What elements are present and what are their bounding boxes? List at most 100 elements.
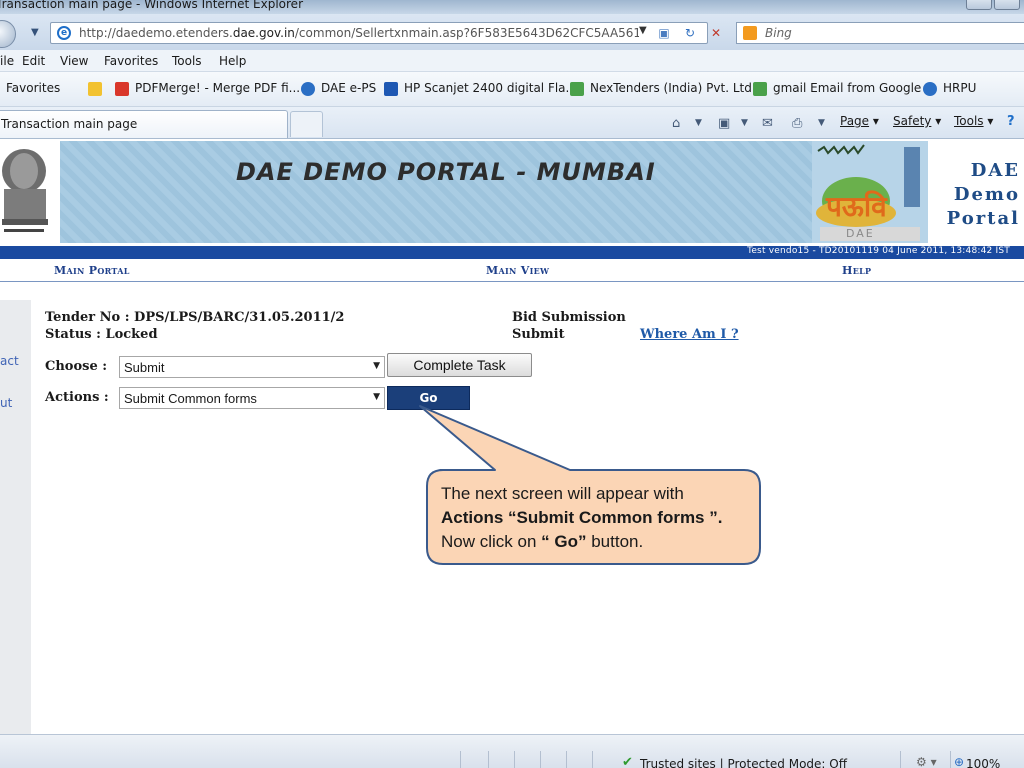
tab-transaction-main[interactable]: Transaction main page — [0, 110, 288, 138]
callout-line-1: The next screen will appear with — [441, 484, 684, 503]
choose-label: Choose : — [45, 359, 108, 374]
stage-action: Submit — [512, 327, 565, 342]
status-divider — [900, 751, 901, 768]
portal-banner: DAE DEMO PORTAL - MUMBAI पऊवि DAE DAE De… — [0, 139, 1024, 246]
zoom-level[interactable]: 100% — [966, 757, 1000, 768]
help-icon[interactable]: ? — [1007, 114, 1015, 129]
portal-word-portal: Portal — [946, 208, 1020, 229]
home-dropdown-icon[interactable]: ▼ — [695, 118, 702, 128]
menu-tools[interactable]: Tools — [172, 54, 202, 68]
nav-main-view[interactable]: Main View — [486, 264, 549, 277]
choose-select[interactable]: Submit ▼ — [119, 356, 385, 378]
complete-task-button[interactable]: Complete Task — [387, 353, 532, 377]
nav-main-portal[interactable]: Main Portal — [54, 264, 130, 277]
menu-help[interactable]: Help — [219, 54, 246, 68]
ie-link-icon — [923, 82, 937, 96]
chevron-down-icon: ▼ — [373, 392, 380, 402]
actions-selected-value: Submit Common forms — [124, 391, 257, 406]
left-sidebar: act ut — [0, 300, 31, 734]
ie-link-icon — [301, 82, 315, 96]
actions-select[interactable]: Submit Common forms ▼ — [119, 387, 385, 409]
menu-bar: File Edit View Favorites Tools Help — [0, 50, 1024, 72]
portal-word-demo: Demo — [953, 184, 1020, 205]
favorite-link-pdfmerge[interactable]: PDFMerge! - Merge PDF fi... — [135, 81, 300, 95]
where-am-i-link[interactable]: Where Am I ? — [640, 327, 739, 342]
feeds-dropdown-icon[interactable]: ▼ — [741, 118, 748, 128]
callout-line-2: Actions “Submit Common forms ”. — [441, 508, 723, 527]
stop-icon[interactable]: ✕ — [707, 25, 725, 41]
security-zone[interactable]: Trusted sites | Protected Mode: Off — [640, 757, 847, 768]
actions-label: Actions : — [45, 390, 109, 405]
sidebar-link-logout[interactable]: ut — [0, 396, 12, 410]
back-button[interactable] — [0, 20, 16, 48]
bing-icon — [743, 26, 757, 40]
dae-logo-hindi: पऊवि — [826, 190, 887, 223]
maximize-button[interactable] — [994, 0, 1020, 10]
safety-menu[interactable]: Safety ▾ — [893, 114, 941, 128]
print-icon[interactable]: ⎙ — [792, 116, 802, 131]
tab-title: Transaction main page — [1, 117, 138, 131]
url-text[interactable]: http://daedemo.etenders.dae.gov.in/commo… — [79, 26, 639, 40]
menu-view[interactable]: View — [60, 54, 88, 68]
pdf-icon — [115, 82, 129, 96]
print-dropdown-icon[interactable]: ▼ — [818, 118, 825, 128]
home-icon[interactable]: ⌂ — [672, 116, 680, 131]
portal-title: DAE DEMO PORTAL - MUMBAI — [236, 158, 656, 186]
search-placeholder: Bing — [765, 26, 792, 40]
tools-menu[interactable]: Tools ▾ — [954, 114, 993, 128]
window-title-bar: Transaction main page - Windows Internet… — [0, 0, 1024, 14]
menu-favorites[interactable]: Favorites — [104, 54, 158, 68]
portal-word-dae: DAE — [970, 160, 1020, 181]
new-tab-button[interactable] — [290, 111, 323, 137]
stage-name: Bid Submission — [512, 310, 626, 325]
status-divider — [566, 751, 567, 768]
go-button[interactable]: Go — [387, 386, 470, 410]
zoom-icon[interactable]: ⊕ — [954, 755, 964, 768]
url-field[interactable]: e http://daedemo.etenders.dae.gov.in/com… — [50, 22, 721, 44]
status-divider — [950, 751, 951, 768]
favorite-link-dae-eps[interactable]: DAE e-PS — [321, 81, 376, 95]
protected-mode-icon[interactable]: ⚙ ▾ — [916, 755, 937, 768]
window-controls — [966, 0, 1020, 10]
favorites-button[interactable]: Favorites — [6, 81, 60, 95]
refresh-icon[interactable]: ↻ — [681, 25, 699, 41]
feeds-icon[interactable]: ▣ — [718, 116, 730, 131]
favorite-link-hrpu[interactable]: HRPU — [943, 81, 976, 95]
mail-icon[interactable]: ✉ — [762, 116, 773, 131]
status-divider — [592, 751, 593, 768]
user-info-bar: Test vendo15 - TD20101119 04 June 2011, … — [0, 246, 1024, 259]
trusted-check-icon: ✔ — [622, 755, 633, 768]
nav-help[interactable]: Help — [842, 264, 871, 277]
sidebar-link-contact[interactable]: act — [0, 354, 19, 368]
favorite-link-nextenders[interactable]: NexTenders (India) Pvt. Ltd — [590, 81, 752, 95]
minimize-button[interactable] — [966, 0, 992, 10]
vendor-session-info: Test vendo15 - TD20101119 04 June 2011, … — [747, 246, 1010, 256]
address-bar: ▼ e http://daedemo.etenders.dae.gov.in/c… — [0, 14, 1024, 50]
add-favorite-icon[interactable] — [88, 82, 102, 96]
choose-selected-value: Submit — [124, 360, 165, 375]
portal-words: DAE Demo Portal — [930, 159, 1020, 231]
menu-file[interactable]: File — [0, 54, 14, 68]
status-bar: ✔ Trusted sites | Protected Mode: Off ⚙ … — [0, 734, 1024, 768]
tender-status: Status : Locked — [45, 327, 158, 342]
window-title: Transaction main page - Windows Internet… — [0, 0, 303, 11]
hp-icon — [384, 82, 398, 96]
page-menu[interactable]: Page ▾ — [840, 114, 879, 128]
dae-logo-sub: DAE — [846, 227, 875, 240]
tab-bar: Transaction main page ⌂ ▼ ▣ ▼ ✉ ⎙ ▼ Page… — [0, 107, 1024, 139]
menu-edit[interactable]: Edit — [22, 54, 45, 68]
nextenders-icon — [570, 82, 584, 96]
status-divider — [540, 751, 541, 768]
compatibility-view-icon[interactable]: ▣ — [655, 25, 673, 41]
status-divider — [514, 751, 515, 768]
tender-number: Tender No : DPS/LPS/BARC/31.05.2011/2 — [45, 310, 345, 325]
favorite-link-gmail[interactable]: gmail Email from Google — [773, 81, 921, 95]
banner-background — [60, 141, 812, 243]
url-dropdown-icon[interactable]: ▼ — [639, 25, 647, 36]
favorite-link-hp-scanjet[interactable]: HP Scanjet 2400 digital Fla... — [404, 81, 577, 95]
site-navigation: Main Portal Main View Help — [0, 259, 1024, 282]
recent-pages-dropdown-icon[interactable]: ▼ — [31, 27, 39, 38]
callout-line-3: Now click on “ Go” button. — [441, 532, 644, 551]
search-box[interactable]: Bing — [736, 22, 1024, 44]
favorites-bar: Favorites PDFMerge! - Merge PDF fi... DA… — [0, 72, 1024, 107]
